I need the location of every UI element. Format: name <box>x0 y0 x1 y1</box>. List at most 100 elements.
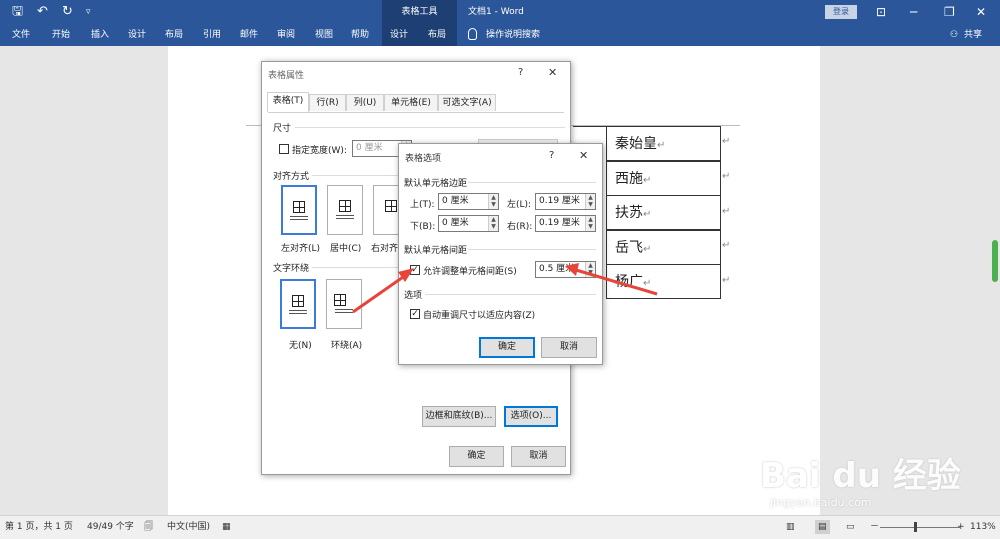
help-icon[interactable]: ? <box>549 150 554 161</box>
dialog-title: 表格属性 <box>268 71 305 81</box>
tab-column[interactable]: 列(U) <box>346 94 384 111</box>
preferred-width-label: 指定宽度(W): <box>292 146 347 156</box>
tab-alt-text[interactable]: 可选文字(A) <box>438 94 496 111</box>
share-button[interactable]: 共享 <box>964 25 982 45</box>
zoom-in-button[interactable]: + <box>957 520 965 534</box>
tab-layout[interactable]: 布局 <box>165 25 183 45</box>
minimize-icon[interactable]: ─ <box>910 3 917 21</box>
left-margin-input[interactable]: 0.19 厘米 ▲ ▼ <box>535 193 596 210</box>
zoom-level[interactable]: 113% <box>970 520 996 534</box>
margins-section-label: 默认单元格边距 <box>404 179 468 189</box>
tab-view[interactable]: 视图 <box>315 25 333 45</box>
macro-icon[interactable]: ▦ <box>222 520 231 534</box>
tab-table-design[interactable]: 设计 <box>390 25 408 45</box>
table-options-ok-button[interactable]: 确定 <box>479 337 535 358</box>
table-options-cancel-button[interactable]: 取消 <box>541 337 597 358</box>
tab-divider <box>268 112 564 113</box>
login-button[interactable]: 登录 <box>825 5 857 19</box>
tab-insert[interactable]: 插入 <box>91 25 109 45</box>
wrap-around-option[interactable] <box>326 279 362 329</box>
zoom-out-button[interactable]: － <box>870 520 879 534</box>
tab-table[interactable]: 表格(T) <box>267 92 309 112</box>
table-props-ok-button[interactable]: 确定 <box>449 446 504 467</box>
help-icon[interactable]: ? <box>518 67 523 78</box>
web-layout-icon[interactable]: ▭ <box>846 520 855 534</box>
customize-qat-icon[interactable]: ▿ <box>86 4 91 20</box>
align-right-label: 右对齐 <box>371 244 399 254</box>
align-left-option[interactable] <box>281 185 317 235</box>
table-wrap-icon <box>334 294 346 306</box>
text-lines-icon <box>290 216 308 222</box>
document-table[interactable]: 秦始皇↵ 西施↵ 扶苏↵ 岳飞↵ 杨广↵ <box>606 126 721 299</box>
table-row[interactable]: 西施↵ <box>606 161 721 196</box>
tell-me-search[interactable]: 操作说明搜索 <box>486 25 540 45</box>
proofing-icon[interactable]: 🗐 <box>144 520 153 534</box>
baidu-watermark: Bai du 经验 <box>760 456 961 496</box>
save-icon[interactable]: 🖫 <box>12 4 23 20</box>
alignment-section-label: 对齐方式 <box>273 172 310 182</box>
wrap-around-label: 环绕(A) <box>331 341 363 351</box>
align-left-label: 左对齐(L) <box>281 244 321 254</box>
close-icon[interactable]: ✕ <box>548 66 557 79</box>
tab-row[interactable]: 行(R) <box>309 94 346 111</box>
options-button[interactable]: 选项(O)... <box>504 406 558 427</box>
table-right-icon <box>385 200 397 212</box>
tab-help[interactable]: 帮助 <box>351 25 369 45</box>
table-cell[interactable]: 扶苏↵ <box>615 196 651 232</box>
table-row[interactable]: 扶苏↵ <box>606 195 721 230</box>
right-margin-input[interactable]: 0.19 厘米 ▲ ▼ <box>535 215 596 232</box>
document-title: 文档1 - Word <box>468 7 524 17</box>
row-end-mark: ↵ <box>722 171 731 182</box>
tab-review[interactable]: 审阅 <box>277 25 295 45</box>
close-icon[interactable]: ✕ <box>976 3 986 21</box>
redo-icon[interactable]: ↻ <box>62 4 73 20</box>
wrap-none-option[interactable] <box>280 279 316 329</box>
borders-shading-button[interactable]: 边框和底纹(B)... <box>422 406 496 427</box>
align-center-label: 居中(C) <box>330 244 362 254</box>
undo-icon[interactable]: ↶ <box>37 4 48 20</box>
zoom-slider[interactable] <box>880 527 960 528</box>
tab-cell[interactable]: 单元格(E) <box>384 94 438 111</box>
table-cell[interactable]: 岳飞↵ <box>615 231 651 267</box>
print-layout-icon[interactable]: ▤ <box>815 520 830 534</box>
cell-spacing-input[interactable]: 0.5 厘米 ▲ ▼ <box>535 261 596 278</box>
section-divider <box>468 249 596 250</box>
word-count[interactable]: 49/49 个字 <box>87 520 134 534</box>
close-icon[interactable]: ✕ <box>579 149 588 162</box>
table-props-cancel-button[interactable]: 取消 <box>511 446 566 467</box>
row-end-mark: ↵ <box>722 136 731 147</box>
tab-references[interactable]: 引用 <box>203 25 221 45</box>
table-row[interactable]: 岳飞↵ <box>606 230 721 265</box>
tab-design[interactable]: 设计 <box>128 25 146 45</box>
tab-home[interactable]: 开始 <box>52 25 70 45</box>
restore-icon[interactable]: ❐ <box>944 3 955 21</box>
row-end-mark: ↵ <box>722 275 731 286</box>
table-cell[interactable]: 杨广↵ <box>615 265 651 301</box>
status-bar: 第 1 页，共 1 页 49/49 个字 🗐 中文(中国) ▦ ▥ ▤ ▭ － … <box>0 515 1000 539</box>
ribbon-options-icon[interactable]: ⊡ <box>876 3 886 21</box>
align-center-option[interactable] <box>327 185 363 235</box>
tab-file[interactable]: 文件 <box>12 25 30 45</box>
top-margin-label: 上(T): <box>410 200 435 210</box>
allow-spacing-checkbox[interactable]: ✓ <box>410 265 420 275</box>
table-cell[interactable]: 秦始皇↵ <box>615 127 665 163</box>
page-count[interactable]: 第 1 页，共 1 页 <box>5 520 73 534</box>
autoresize-checkbox[interactable]: ✓ <box>410 309 420 319</box>
wrap-none-label: 无(N) <box>289 341 312 351</box>
language-indicator[interactable]: 中文(中国) <box>167 520 210 534</box>
top-margin-input[interactable]: 0 厘米 ▲ ▼ <box>438 193 499 210</box>
tab-table-layout[interactable]: 布局 <box>428 25 446 45</box>
table-cell[interactable]: 西施↵ <box>615 162 651 198</box>
table-row[interactable]: 杨广↵ <box>606 264 721 299</box>
preferred-width-checkbox[interactable] <box>279 144 289 154</box>
table-center-icon <box>339 200 351 212</box>
zoom-slider-thumb[interactable] <box>914 522 917 532</box>
vertical-scrollbar-thumb[interactable] <box>992 240 998 282</box>
read-mode-icon[interactable]: ▥ <box>786 520 795 534</box>
tab-mailings[interactable]: 邮件 <box>240 25 258 45</box>
section-divider <box>468 182 596 183</box>
bottom-margin-input[interactable]: 0 厘米 ▲ ▼ <box>438 215 499 232</box>
size-section-label: 尺寸 <box>273 124 292 134</box>
spacing-section-label: 默认单元格间距 <box>404 246 468 256</box>
table-row[interactable]: 秦始皇↵ <box>606 126 721 161</box>
